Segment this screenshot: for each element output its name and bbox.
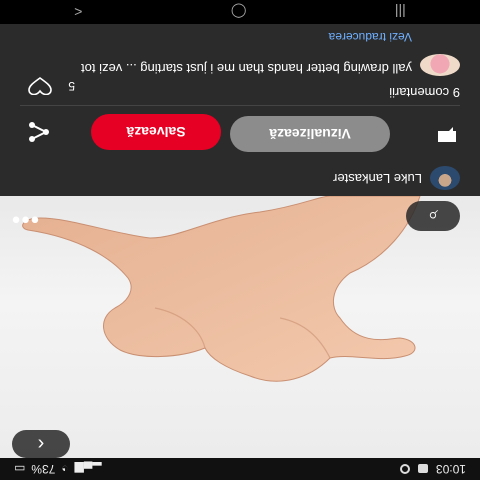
divider xyxy=(20,105,460,106)
back-button[interactable]: › xyxy=(12,430,70,458)
status-right: ▂▄▆ ◔ 73% ▭ xyxy=(14,462,102,476)
like-button[interactable] xyxy=(26,76,54,96)
status-left: 10:03 xyxy=(399,462,466,476)
wifi-icon: ◔ xyxy=(61,462,69,476)
commenter-avatar[interactable] xyxy=(420,54,460,76)
status-bar: 10:03 ▂▄▆ ◔ 73% ▭ xyxy=(0,458,480,480)
author-avatar[interactable] xyxy=(430,166,460,190)
back-icon: › xyxy=(37,433,45,456)
nav-back-icon[interactable]: < xyxy=(74,4,82,20)
translate-link[interactable]: Vezi traducerea xyxy=(329,30,412,44)
share-icon xyxy=(29,122,49,142)
like-count: 5 xyxy=(68,79,75,93)
comment-button[interactable] xyxy=(434,124,460,146)
status-time: 10:03 xyxy=(435,462,466,476)
comment-text[interactable]: yall drawing better hands than me i just… xyxy=(62,61,412,76)
save-button[interactable]: Salvează xyxy=(91,114,221,150)
pin-image[interactable]: ⌕ › ••• xyxy=(0,196,480,458)
signal-icon: ▂▄▆ xyxy=(74,462,102,476)
comments-count[interactable]: 9 comentarii xyxy=(389,85,460,100)
view-button[interactable]: Vizualizează xyxy=(230,116,390,152)
author-name[interactable]: Luke Lankaster xyxy=(333,171,422,186)
lens-icon: ⌕ xyxy=(427,206,439,227)
more-icon: ••• xyxy=(10,206,40,233)
battery-percent: 73% xyxy=(31,462,56,476)
notification-icon xyxy=(417,464,428,474)
more-options-button[interactable]: ••• xyxy=(10,206,40,233)
home-icon[interactable]: ◯ xyxy=(231,4,247,21)
app-screen: 10:03 ▂▄▆ ◔ 73% ▭ ⌕ › ••• Luke Lankaster… xyxy=(0,0,480,480)
visual-search-button[interactable]: ⌕ xyxy=(406,201,460,231)
share-button[interactable] xyxy=(26,120,52,144)
author-row[interactable]: Luke Lankaster xyxy=(0,162,480,196)
comment-icon xyxy=(438,127,456,142)
heart-icon xyxy=(28,77,52,95)
battery-icon: ▭ xyxy=(14,462,26,476)
system-nav-bar: ||| ◯ < xyxy=(0,0,480,24)
sync-icon xyxy=(399,464,410,474)
hand-illustration xyxy=(22,196,421,382)
actions-row: Vizualizează Salvează xyxy=(0,106,480,162)
recent-apps-icon[interactable]: ||| xyxy=(395,4,406,20)
